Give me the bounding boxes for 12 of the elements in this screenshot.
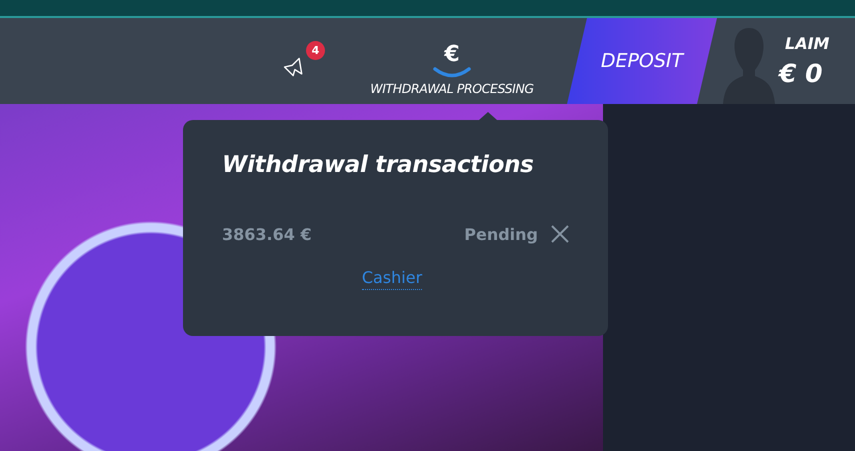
popover-title: Withdrawal transactions xyxy=(222,152,534,178)
withdrawal-status-button[interactable]: € WITHDRAWAL PROCESSING xyxy=(342,18,562,96)
cashier-link[interactable]: Cashier xyxy=(362,268,422,290)
transaction-amount: 3863.64 € xyxy=(222,224,312,244)
notification-badge: 4 xyxy=(306,41,325,60)
close-icon[interactable] xyxy=(550,224,570,244)
balance: € 0 xyxy=(779,59,824,88)
progress-arc-icon xyxy=(432,66,472,78)
username: LAIM xyxy=(785,34,830,53)
deposit-button[interactable]: DEPOSIT xyxy=(567,18,717,104)
transaction-status: Pending xyxy=(464,224,538,244)
euro-sign: € xyxy=(444,44,460,66)
